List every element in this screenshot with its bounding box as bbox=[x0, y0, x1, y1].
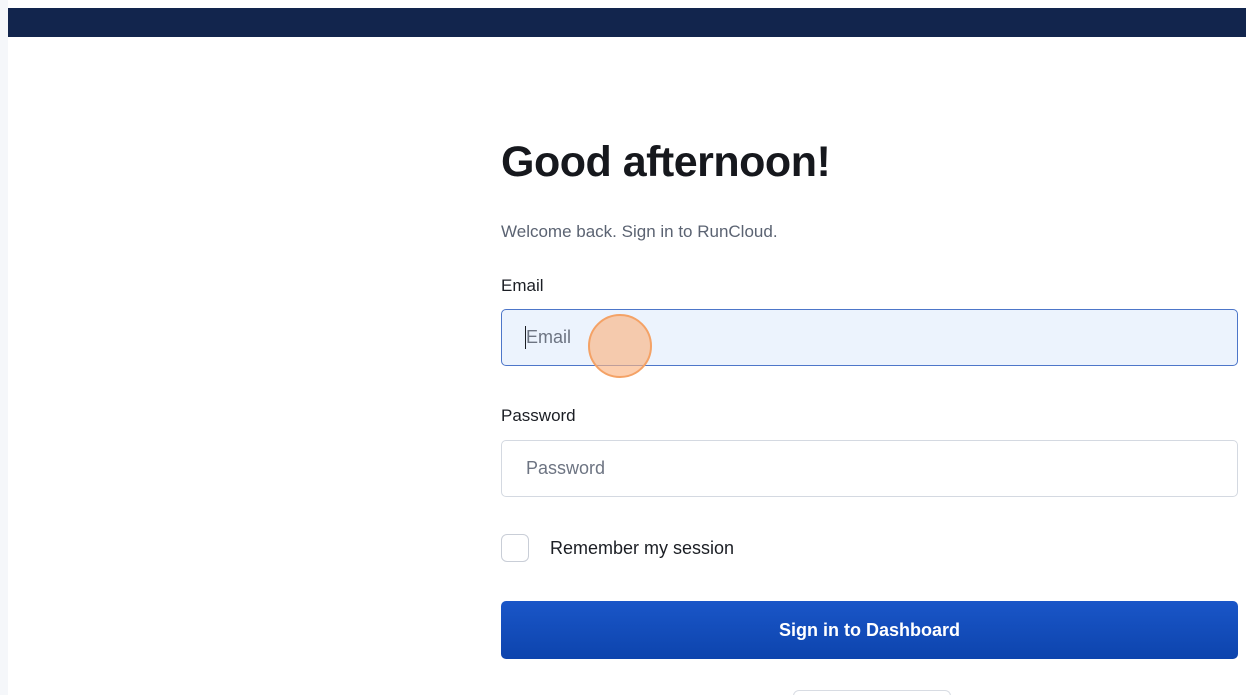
sign-in-button[interactable]: Sign in to Dashboard bbox=[501, 601, 1238, 659]
remember-session-checkbox[interactable] bbox=[501, 534, 529, 562]
email-input[interactable] bbox=[501, 309, 1238, 366]
top-navigation-bar bbox=[8, 8, 1246, 37]
email-label: Email bbox=[501, 276, 544, 295]
remember-session-label[interactable]: Remember my session bbox=[550, 538, 734, 559]
password-label: Password bbox=[501, 406, 576, 425]
login-page: Good afternoon! Welcome back. Sign in to… bbox=[0, 0, 1246, 695]
page-title: Good afternoon! bbox=[501, 138, 831, 186]
password-input[interactable] bbox=[501, 440, 1238, 497]
remember-session-row[interactable]: Remember my session bbox=[501, 533, 734, 563]
secondary-button-edge[interactable] bbox=[793, 690, 951, 695]
left-edge-strip bbox=[0, 0, 8, 695]
text-cursor bbox=[525, 326, 526, 349]
welcome-subtitle: Welcome back. Sign in to RunCloud. bbox=[501, 222, 778, 241]
